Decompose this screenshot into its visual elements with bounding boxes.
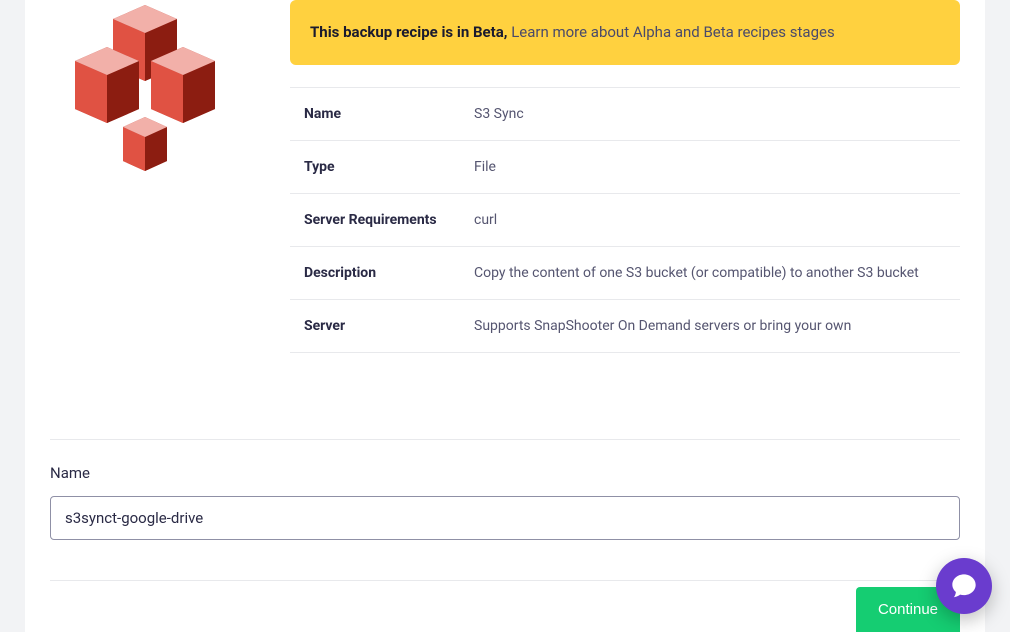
beta-banner-link[interactable]: Learn more about Alpha and Beta recipes … [511,23,835,41]
info-row: ServerSupports SnapShooter On Demand ser… [290,300,960,353]
beta-banner: This backup recipe is in Beta, Learn mor… [290,0,960,65]
info-value: File [460,141,960,194]
info-value: Copy the content of one S3 bucket (or co… [460,247,960,300]
top-row: This backup recipe is in Beta, Learn mor… [50,0,960,353]
info-label: Server Requirements [290,194,460,247]
info-row: DescriptionCopy the content of one S3 bu… [290,247,960,300]
info-value: S3 Sync [460,88,960,141]
chat-launcher-button[interactable] [936,558,992,614]
section-divider-2 [50,580,960,581]
chat-icon [950,572,978,600]
section-divider [50,439,960,440]
info-label: Description [290,247,460,300]
recipe-info-table: NameS3 SyncTypeFileServer Requirementscu… [290,87,960,353]
recipe-right-col: This backup recipe is in Beta, Learn mor… [290,0,960,353]
info-value: Supports SnapShooter On Demand servers o… [460,300,960,353]
beta-banner-strong: This backup recipe is in Beta, [310,23,507,41]
recipe-card: This backup recipe is in Beta, Learn mor… [25,0,985,632]
info-label: Name [290,88,460,141]
info-row: NameS3 Sync [290,88,960,141]
info-label: Type [290,141,460,194]
name-input[interactable] [50,496,960,540]
name-label: Name [50,464,960,482]
name-section: Name [50,464,960,540]
recipe-logo-wrap [50,0,240,180]
info-label: Server [290,300,460,353]
info-row: TypeFile [290,141,960,194]
info-value: curl [460,194,960,247]
s3-logo-icon [75,5,215,180]
info-row: Server Requirementscurl [290,194,960,247]
